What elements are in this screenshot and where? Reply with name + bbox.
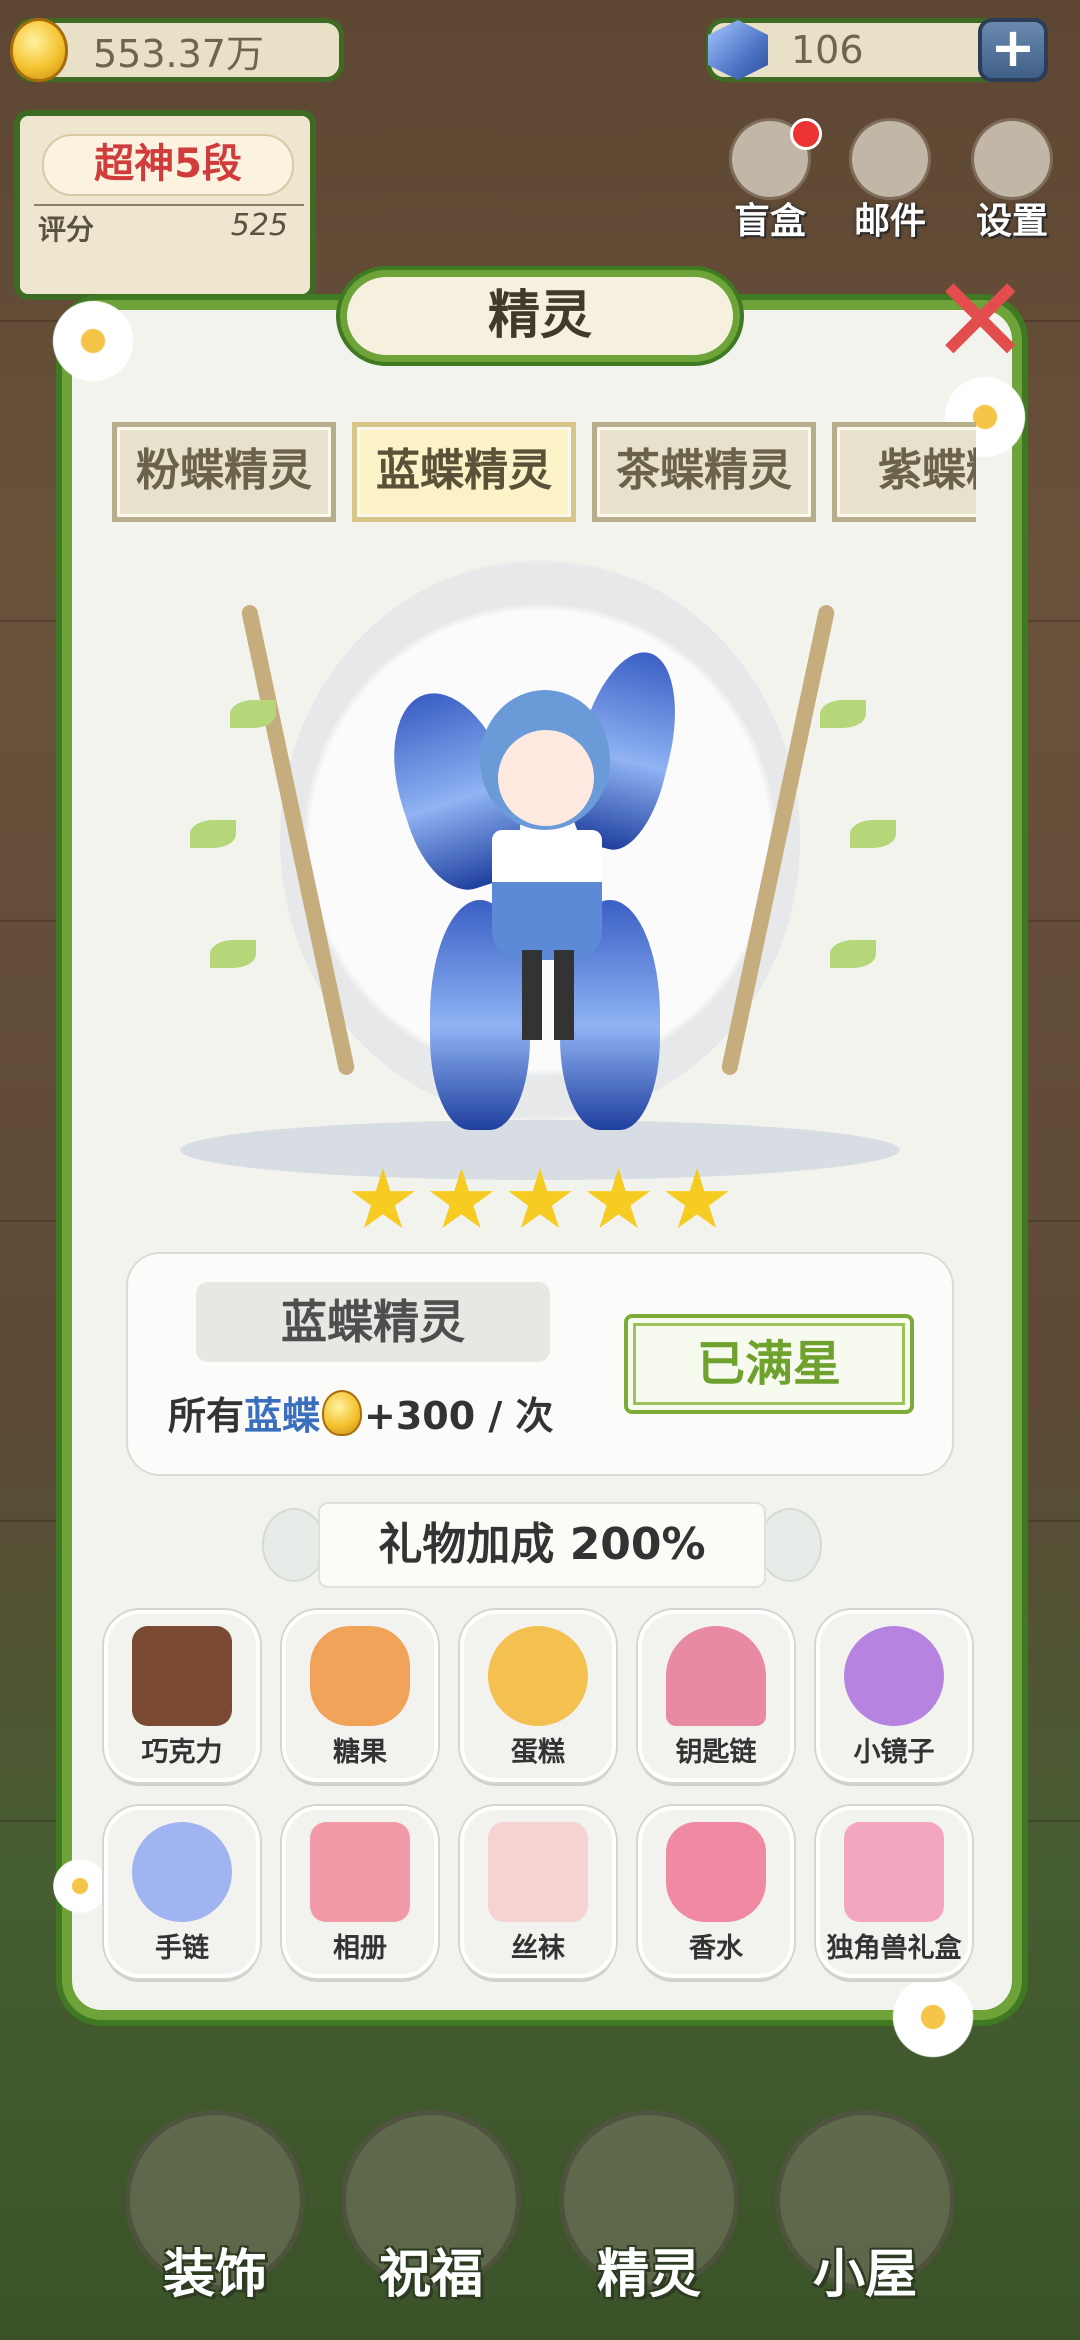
photo-album-icon	[310, 1822, 410, 1922]
bonus-prefix: 所有	[168, 1394, 245, 1438]
cake-icon	[488, 1626, 588, 1726]
perfume-icon	[666, 1822, 766, 1922]
fairy-dress	[492, 830, 602, 960]
nav-decor-label: 装饰	[162, 2245, 267, 2305]
star-icon	[429, 1168, 494, 1229]
gift-item-perfume[interactable]: 香水	[638, 1806, 794, 1978]
gift-label: 钥匙链	[675, 1737, 757, 1768]
fairy-leg	[522, 950, 542, 1040]
leaf-decoration	[210, 940, 256, 968]
keychain-icon	[666, 1626, 766, 1726]
bottom-nav: 装饰 祝福 精灵 小屋	[0, 2090, 1080, 2340]
gear-icon	[971, 118, 1053, 200]
mirror-icon	[844, 1626, 944, 1726]
bonus-value: +300 / 次	[364, 1394, 554, 1438]
leaf-decoration	[830, 940, 876, 968]
coin-icon	[322, 1389, 363, 1436]
gift-item-mirror[interactable]: 小镜子	[816, 1610, 972, 1782]
nav-decor[interactable]: 装饰	[120, 2110, 310, 2330]
gift-label: 相册	[333, 1933, 387, 1964]
butterfly-wing-decoration	[758, 1508, 822, 1582]
settings-button[interactable]: 设置	[962, 118, 1062, 244]
gift-item-stockings[interactable]: 丝袜	[460, 1806, 616, 1978]
daisy-decoration	[50, 1856, 110, 1916]
star-icon	[586, 1168, 651, 1229]
gift-label: 手链	[155, 1933, 209, 1964]
butterfly-wing-decoration	[262, 1508, 326, 1582]
gift-label: 香水	[689, 1933, 743, 1964]
rank-score-label: 评分	[38, 213, 95, 246]
unicorn-gift-box-icon	[844, 1822, 944, 1922]
gift-label: 蛋糕	[511, 1737, 565, 1768]
nav-fairy-label: 精灵	[596, 2245, 701, 2305]
add-gems-button[interactable]: +	[978, 18, 1048, 82]
fairy-name: 蓝蝶精灵	[196, 1282, 550, 1362]
gift-label: 糖果	[333, 1737, 387, 1768]
nav-blessing[interactable]: 祝福	[336, 2110, 526, 2330]
gift-item-chocolate[interactable]: 巧克力	[104, 1610, 260, 1782]
star-icon	[508, 1168, 572, 1229]
coin-amount: 553.37万	[93, 31, 264, 76]
gift-label: 小镜子	[853, 1737, 935, 1768]
gift-item-keychain[interactable]: 钥匙链	[638, 1610, 794, 1782]
candy-jar-icon	[310, 1626, 410, 1726]
tab-purple-butterfly-fairy[interactable]: 紫蝶精	[832, 422, 976, 522]
gift-item-photo-album[interactable]: 相册	[282, 1806, 438, 1978]
gift-item-unicorn-gift-box[interactable]: 独角兽礼盒	[816, 1806, 972, 1978]
mail-label: 邮件	[853, 201, 926, 242]
nav-house[interactable]: 小屋	[770, 2110, 960, 2330]
fairy-bonus: 所有 蓝蝶 +300 / 次	[168, 1385, 554, 1440]
star-icon	[351, 1168, 415, 1229]
leaf-decoration	[820, 700, 866, 728]
tab-tea-butterfly-fairy[interactable]: 茶蝶精灵	[592, 422, 816, 522]
bonus-target: 蓝蝶	[244, 1394, 321, 1438]
rank-panel: 超神5段 评分 525	[14, 110, 316, 300]
fairy-leg	[554, 950, 574, 1040]
stockings-icon	[488, 1822, 588, 1922]
full-star-button[interactable]: 已满星	[624, 1314, 914, 1414]
rank-divider	[34, 204, 304, 206]
daisy-decoration	[48, 296, 138, 386]
leaf-decoration	[190, 820, 236, 848]
nav-house-label: 小屋	[812, 2245, 917, 2305]
coin-icon	[10, 18, 68, 82]
rank-title: 超神5段	[42, 134, 294, 196]
star-icon	[665, 1168, 729, 1229]
gift-bonus-banner: 礼物加成 200%	[318, 1502, 766, 1588]
settings-label: 设置	[975, 201, 1048, 242]
leaf-decoration	[230, 700, 276, 728]
gift-label: 独角兽礼盒	[826, 1933, 962, 1964]
gem-amount: 106	[791, 28, 864, 72]
gift-label: 巧克力	[141, 1737, 223, 1768]
rank-score: 525	[230, 208, 288, 243]
chocolate-icon	[132, 1626, 232, 1726]
leaf-decoration	[850, 820, 896, 848]
fairy-portrait	[130, 560, 950, 1220]
gift-label: 丝袜	[511, 1933, 565, 1964]
gift-grid: 巧克力 糖果 蛋糕 钥匙链 小镜子 手链 相册 丝袜 香水 独角兽礼盒	[104, 1610, 984, 1990]
mail-button[interactable]: 邮件	[840, 118, 940, 244]
gift-item-candy[interactable]: 糖果	[282, 1610, 438, 1782]
nav-fairy[interactable]: 精灵	[554, 2110, 744, 2330]
tab-blue-butterfly-fairy[interactable]: 蓝蝶精灵	[352, 422, 576, 522]
fairy-tab-strip[interactable]: 粉蝶精灵 蓝蝶精灵 茶蝶精灵 紫蝶精	[110, 418, 976, 528]
mail-icon	[849, 118, 931, 200]
blind-box-label: 盲盒	[733, 201, 806, 242]
gift-item-bracelet[interactable]: 手链	[104, 1806, 260, 1978]
fairy-face	[498, 730, 594, 826]
gift-item-cake[interactable]: 蛋糕	[460, 1610, 616, 1782]
bracelet-icon	[132, 1822, 232, 1922]
nav-blessing-label: 祝福	[378, 2245, 483, 2305]
panel-title: 精灵	[340, 270, 740, 362]
tab-pink-butterfly-fairy[interactable]: 粉蝶精灵	[112, 422, 336, 522]
close-button[interactable]: ✕	[930, 262, 1031, 382]
notification-dot	[790, 118, 822, 150]
blue-butterfly-fairy-character	[371, 642, 693, 1130]
star-rating	[350, 1168, 730, 1238]
